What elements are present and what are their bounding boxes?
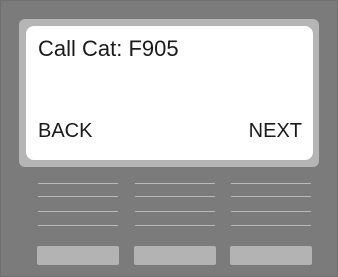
- key-line: [38, 211, 118, 212]
- softkey-button-center[interactable]: [134, 246, 216, 265]
- key-line: [135, 211, 215, 212]
- key-line: [231, 225, 311, 226]
- key-line: [38, 183, 118, 184]
- key-line: [135, 196, 215, 197]
- key-line: [38, 225, 118, 226]
- softkey-button-left[interactable]: [37, 246, 119, 265]
- softkey-button-right[interactable]: [230, 246, 312, 265]
- key-lines-left: [38, 183, 118, 226]
- key-line: [38, 196, 118, 197]
- key-lines-center: [135, 183, 215, 226]
- key-lines-right: [231, 183, 311, 226]
- keypad: [1, 1, 337, 276]
- key-line: [231, 211, 311, 212]
- key-line: [135, 225, 215, 226]
- key-line: [231, 196, 311, 197]
- key-line: [231, 183, 311, 184]
- key-line: [135, 183, 215, 184]
- phone-device: Call Cat: F905 BACK NEXT: [0, 0, 338, 277]
